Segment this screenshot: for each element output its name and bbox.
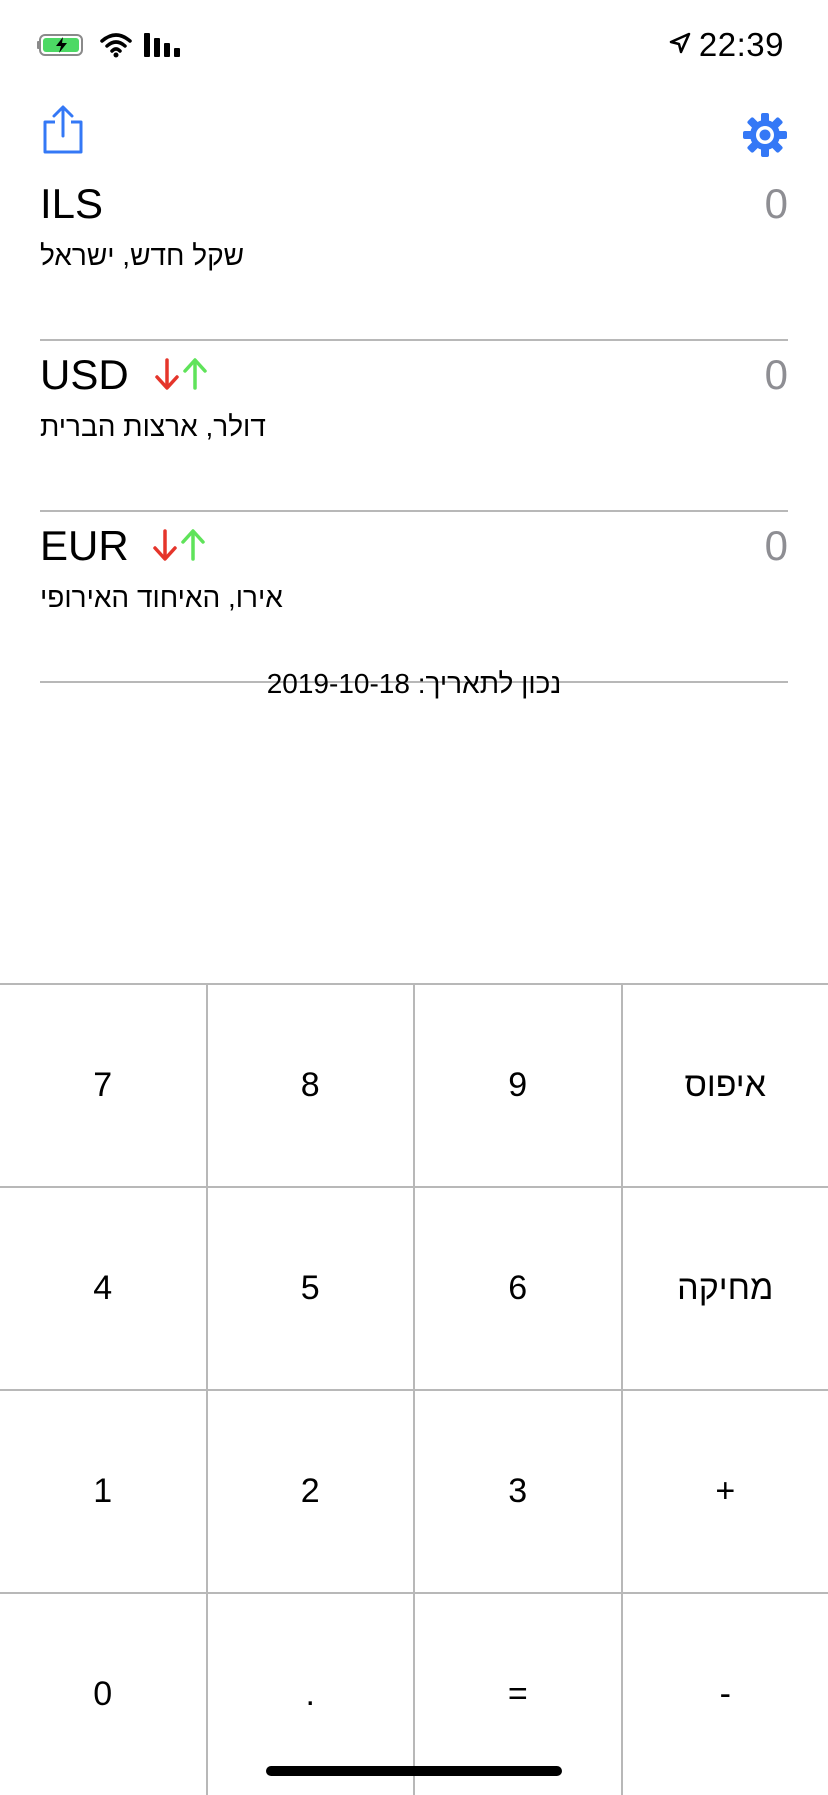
keypad-row: 1 2 3 + bbox=[0, 1391, 828, 1594]
currency-row-eur[interactable]: EUR אירו, האיחוד האירופי 0 bbox=[40, 512, 788, 683]
currency-row-usd[interactable]: USD דולר, ארצות הברית 0 bbox=[40, 341, 788, 512]
home-indicator[interactable] bbox=[266, 1766, 562, 1776]
minus-key[interactable]: - bbox=[623, 1594, 828, 1795]
battery-charging-icon bbox=[36, 32, 88, 63]
gear-icon bbox=[742, 112, 788, 163]
status-icons-left bbox=[36, 32, 184, 63]
status-time: 22:39 bbox=[699, 26, 784, 64]
currency-code: EUR bbox=[40, 522, 129, 570]
currency-name: אירו, האיחוד האירופי bbox=[40, 580, 283, 616]
currency-name: דולר, ארצות הברית bbox=[40, 409, 266, 445]
key-1[interactable]: 1 bbox=[0, 1391, 208, 1592]
key-4[interactable]: 4 bbox=[0, 1188, 208, 1389]
rate-change-indicator bbox=[152, 528, 206, 567]
currency-row-ils[interactable]: ILS שקל חדש, ישראל 0 bbox=[40, 170, 788, 341]
key-2[interactable]: 2 bbox=[208, 1391, 416, 1592]
arrow-up-icon bbox=[182, 357, 208, 396]
key-0[interactable]: 0 bbox=[0, 1594, 208, 1795]
settings-button[interactable] bbox=[742, 112, 788, 158]
reset-key[interactable]: איפוס bbox=[623, 985, 828, 1186]
keypad-row: 7 8 9 איפוס bbox=[0, 985, 828, 1188]
key-8[interactable]: 8 bbox=[208, 985, 416, 1186]
wifi-icon bbox=[100, 32, 132, 63]
share-button[interactable] bbox=[40, 104, 86, 156]
currency-code: ILS bbox=[40, 180, 103, 228]
currency-value: 0 bbox=[765, 351, 788, 399]
share-icon bbox=[40, 104, 86, 161]
currency-value: 0 bbox=[765, 180, 788, 228]
rate-change-indicator bbox=[154, 357, 208, 396]
key-5[interactable]: 5 bbox=[208, 1188, 416, 1389]
decimal-point-key[interactable]: . bbox=[208, 1594, 416, 1795]
keypad-row: 0 . = - bbox=[0, 1594, 828, 1795]
rate-date: נכון לתאריך: 2019-10-18 bbox=[0, 664, 828, 704]
currency-name: שקל חדש, ישראל bbox=[40, 238, 244, 274]
plus-key[interactable]: + bbox=[623, 1391, 828, 1592]
status-icons-right: 22:39 bbox=[669, 26, 784, 64]
keypad: 7 8 9 איפוס 4 5 6 מחיקה 1 2 3 + 0 . = - bbox=[0, 983, 828, 1794]
delete-key[interactable]: מחיקה bbox=[623, 1188, 828, 1389]
equals-key[interactable]: = bbox=[415, 1594, 623, 1795]
key-7[interactable]: 7 bbox=[0, 985, 208, 1186]
cellular-signal-icon bbox=[144, 33, 184, 62]
currency-list: ILS שקל חדש, ישראל 0 USD דולר, ארצות הבר… bbox=[40, 170, 788, 683]
key-3[interactable]: 3 bbox=[415, 1391, 623, 1592]
key-6[interactable]: 6 bbox=[415, 1188, 623, 1389]
currency-code: USD bbox=[40, 351, 129, 399]
arrow-up-icon bbox=[180, 528, 206, 567]
keypad-row: 4 5 6 מחיקה bbox=[0, 1188, 828, 1391]
status-bar: 22:39 bbox=[0, 0, 828, 100]
arrow-down-icon bbox=[154, 357, 180, 396]
currency-value: 0 bbox=[765, 522, 788, 570]
location-arrow-icon bbox=[669, 32, 691, 59]
key-9[interactable]: 9 bbox=[415, 985, 623, 1186]
arrow-down-icon bbox=[152, 528, 178, 567]
